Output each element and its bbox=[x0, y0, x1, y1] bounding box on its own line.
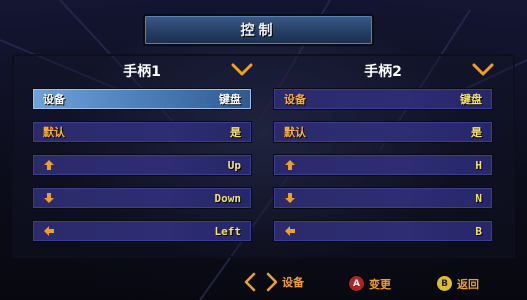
row-label: 设备 bbox=[43, 93, 65, 106]
row-value: 是 bbox=[471, 126, 482, 139]
title-banner: 控制 bbox=[143, 14, 374, 46]
row-value: 键盘 bbox=[460, 93, 482, 106]
player2-row-left[interactable]: B bbox=[273, 220, 493, 242]
hint-device: 设备 bbox=[244, 272, 304, 292]
player1-row-default[interactable]: 默认 是 bbox=[32, 121, 252, 143]
hint-change-label: 变更 bbox=[369, 277, 391, 291]
player2-header[interactable]: 手柄2 bbox=[273, 58, 495, 84]
a-button-icon: A bbox=[348, 275, 365, 292]
player1-column: 手柄1 设备 键盘 默认 是 Up Down Left bbox=[32, 58, 254, 242]
player1-row-up[interactable]: Up bbox=[32, 154, 252, 176]
row-value: 键盘 bbox=[219, 93, 241, 106]
arrow-up-icon bbox=[285, 160, 295, 170]
row-value: Left bbox=[214, 224, 242, 238]
player1-row-device[interactable]: 设备 键盘 bbox=[32, 88, 252, 110]
row-label: 默认 bbox=[43, 126, 65, 139]
arrow-left-icon bbox=[44, 226, 54, 236]
player2-name: 手柄2 bbox=[364, 64, 402, 80]
player2-row-default[interactable]: 默认 是 bbox=[273, 121, 493, 143]
chevron-down-icon[interactable] bbox=[471, 60, 495, 80]
page-title: 控制 bbox=[240, 23, 277, 39]
row-value: 是 bbox=[230, 126, 241, 139]
row-label: 默认 bbox=[284, 126, 306, 139]
arrow-down-icon bbox=[285, 193, 295, 203]
arrow-up-icon bbox=[44, 160, 54, 170]
arrow-down-icon bbox=[44, 193, 54, 203]
hint-back-label: 返回 bbox=[457, 277, 479, 291]
player2-row-device[interactable]: 设备 键盘 bbox=[273, 88, 493, 110]
button-hints-bar: 设备 A 变更 B 返回 bbox=[0, 266, 527, 300]
player1-row-down[interactable]: Down bbox=[32, 187, 252, 209]
player2-row-down[interactable]: N bbox=[273, 187, 493, 209]
player1-name: 手柄1 bbox=[123, 64, 161, 80]
row-value: Up bbox=[227, 158, 241, 172]
player1-row-left[interactable]: Left bbox=[32, 220, 252, 242]
row-value: H bbox=[475, 158, 482, 172]
row-value: B bbox=[475, 224, 482, 238]
left-right-arrows-icon bbox=[244, 272, 278, 292]
hint-change[interactable]: A 变更 bbox=[348, 275, 391, 292]
row-value: Down bbox=[214, 191, 242, 205]
hint-back[interactable]: B 返回 bbox=[436, 275, 479, 292]
player2-row-up[interactable]: H bbox=[273, 154, 493, 176]
player1-header[interactable]: 手柄1 bbox=[32, 58, 254, 84]
hint-device-label: 设备 bbox=[282, 276, 304, 289]
chevron-down-icon[interactable] bbox=[230, 60, 254, 80]
player2-column: 手柄2 设备 键盘 默认 是 H N B bbox=[273, 58, 495, 242]
arrow-left-icon bbox=[285, 226, 295, 236]
row-value: N bbox=[475, 191, 482, 205]
row-label: 设备 bbox=[284, 93, 306, 106]
b-button-icon: B bbox=[436, 275, 453, 292]
